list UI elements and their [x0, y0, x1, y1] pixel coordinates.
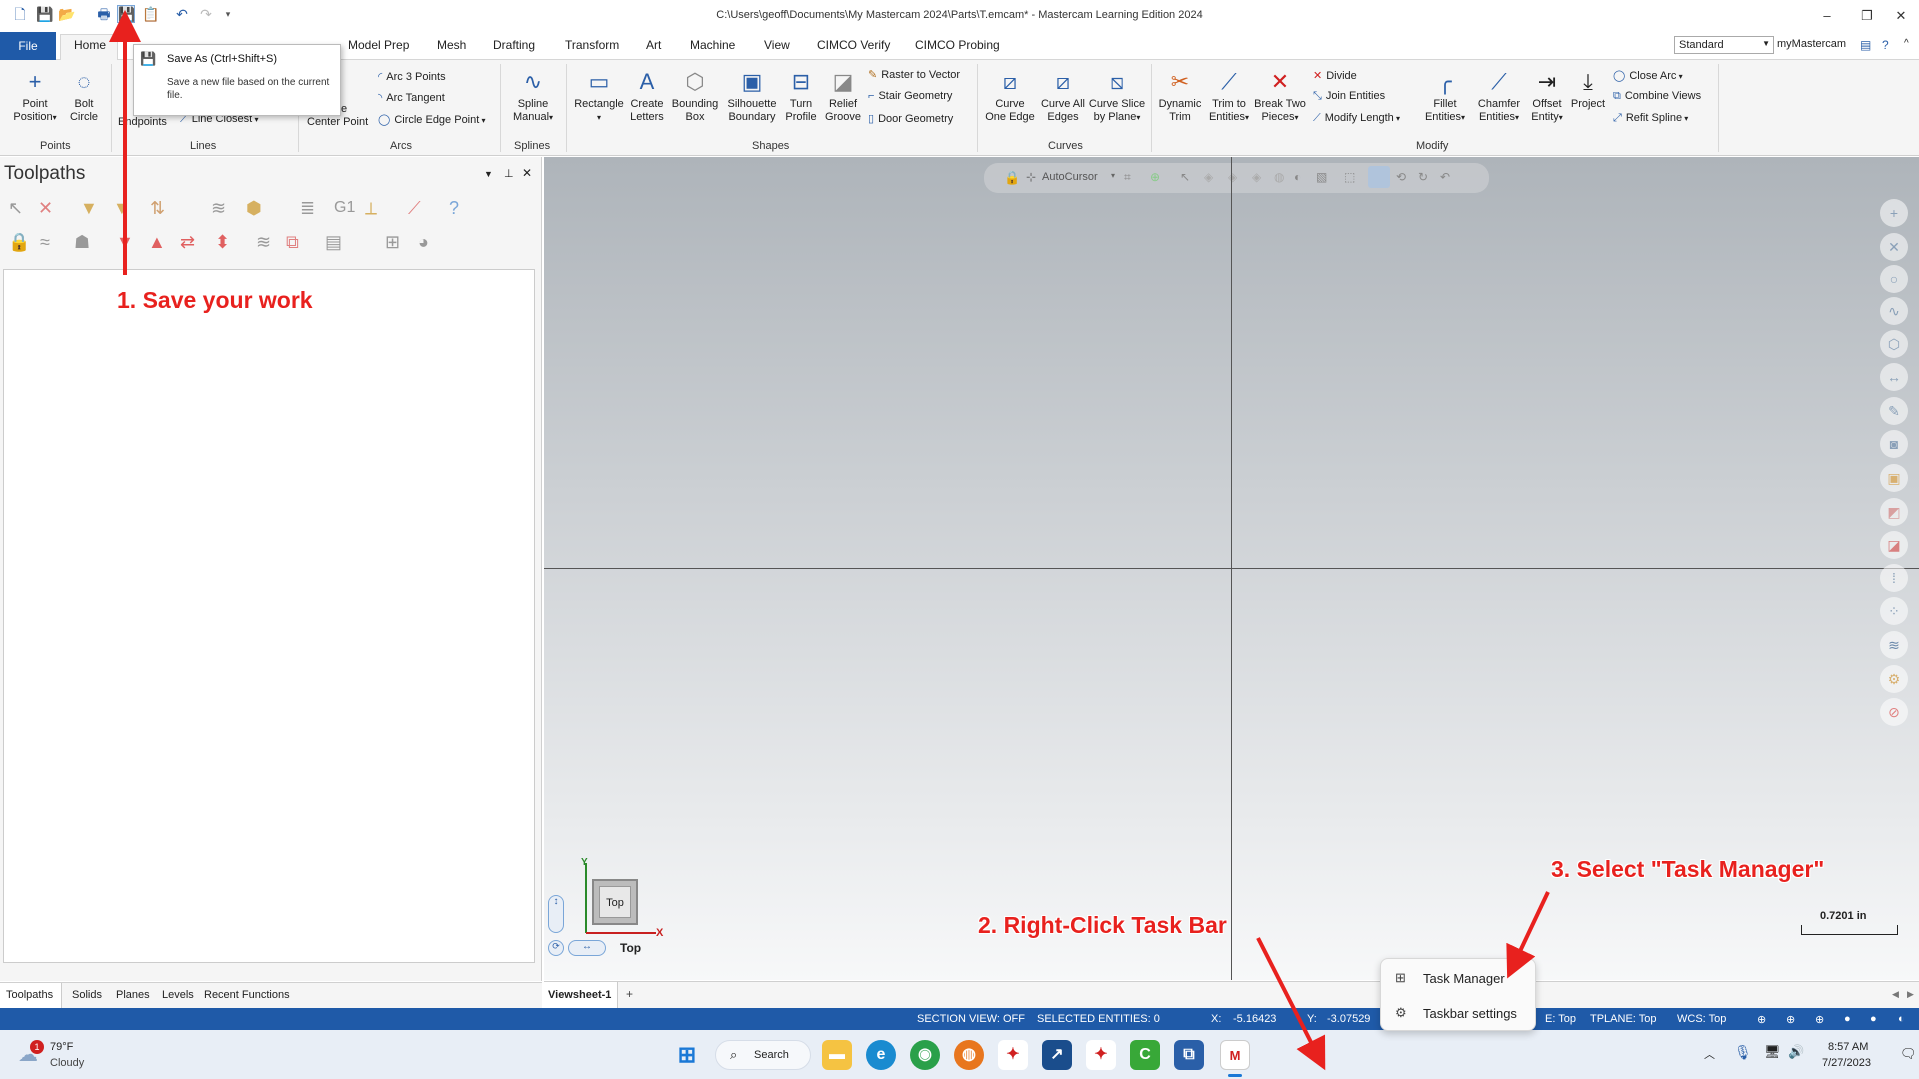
arrow-to-task-manager [1506, 891, 1550, 979]
arrow-to-taskbar [1256, 937, 1326, 1071]
annotation-step-1: 1. Save your work [117, 287, 313, 313]
annotation-step-2: 2. Right-Click Task Bar [978, 912, 1227, 938]
annotation-arrows [109, 10, 1550, 1071]
annotation-step-3: 3. Select "Task Manager" [1551, 856, 1825, 882]
